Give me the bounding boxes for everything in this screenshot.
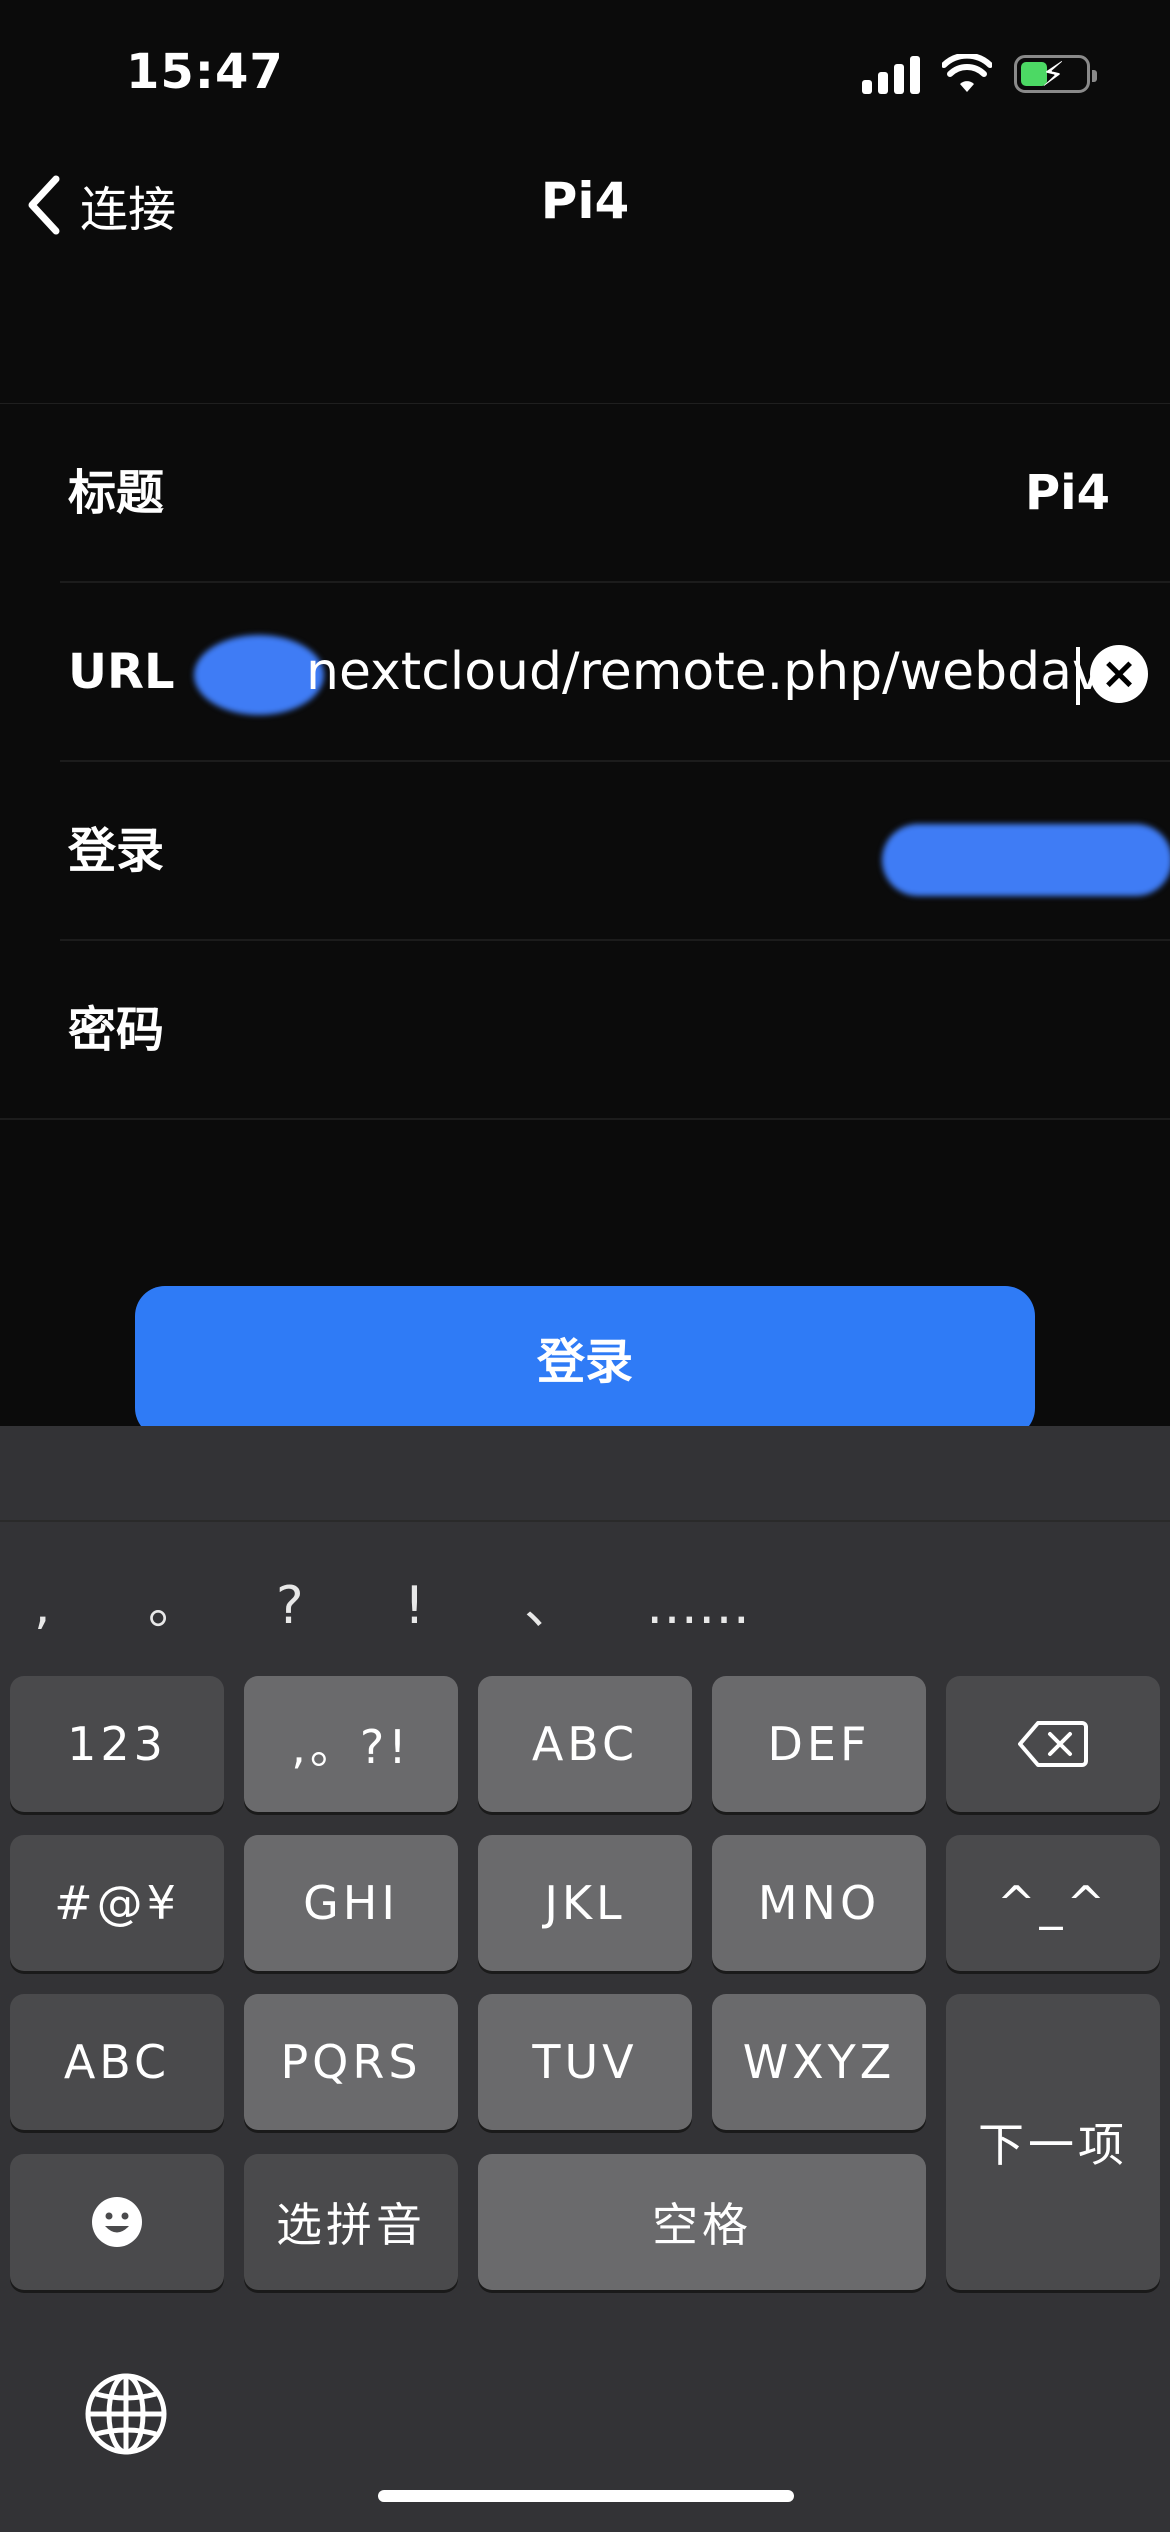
candidate-bar [0,1426,1170,1522]
wifi-icon [942,54,992,92]
punct-period[interactable]: 。 [148,1556,200,1656]
key-emoji[interactable] [10,2154,224,2290]
password-label: 密码 [68,1002,165,1058]
status-icons: ⚡ [862,54,1097,94]
url-label: URL [68,644,175,700]
redaction-mark [194,635,324,715]
key-select-pinyin[interactable]: 选拼音 [244,2154,458,2290]
key-abc[interactable]: ABC [478,1676,692,1812]
page-title: Pi4 [540,172,630,230]
key-def[interactable]: DEF [712,1676,926,1812]
key-wxyz[interactable]: WXYZ [712,1994,926,2130]
screen: 15:47 ⚡ 连接 Pi4 标题 Pi4 URL nextcloud/remo… [0,0,1170,2532]
globe-icon[interactable] [84,2372,168,2456]
key-jkl[interactable]: JKL [478,1835,692,1971]
login-button[interactable]: 登录 [135,1286,1035,1438]
key-tuv[interactable]: TUV [478,1994,692,2130]
key-space[interactable]: 空格 [478,2154,926,2290]
keyboard: , 。 ? ! 、 …… [0,1426,1170,2532]
redaction-mark [882,824,1170,896]
battery-charging-icon: ⚡ [1014,55,1097,94]
key-mno[interactable]: MNO [712,1835,926,1971]
emoji-icon [92,2197,142,2247]
punct-comma[interactable]: , [34,1556,51,1656]
url-row[interactable]: URL nextcloud/remote.php/webdav × [60,583,1170,762]
clear-text-button[interactable]: × [1090,645,1148,703]
key-123[interactable]: 123 [10,1676,224,1812]
punct-enumeration-comma[interactable]: 、 [524,1556,576,1656]
title-row[interactable]: 标题 Pi4 [60,404,1170,583]
punct-ellipsis[interactable]: …… [646,1556,750,1656]
title-field[interactable]: Pi4 [1025,404,1110,583]
title-label: 标题 [68,465,165,521]
backspace-icon [1018,1721,1088,1767]
password-row[interactable]: 密码 [0,941,1170,1120]
key-pqrs[interactable]: PQRS [244,1994,458,2130]
key-abc-switch[interactable]: ABC [10,1994,224,2130]
login-label: 登录 [68,823,165,879]
punct-exclamation[interactable]: ! [404,1556,425,1656]
key-symbols[interactable]: #@¥ [10,1835,224,1971]
text-cursor [1076,647,1080,705]
key-punctuation[interactable]: ,。?! [244,1676,458,1812]
key-backspace[interactable] [946,1676,1160,1812]
key-kaomoji[interactable]: ^_^ [946,1835,1160,1971]
home-indicator[interactable] [378,2490,794,2502]
punctuation-row: , 。 ? ! 、 …… [0,1556,1170,1656]
key-next[interactable]: 下一项 [946,1994,1160,2290]
cellular-signal-icon [862,54,920,94]
punct-question[interactable]: ? [276,1556,304,1656]
connection-form: 标题 Pi4 URL nextcloud/remote.php/webdav ×… [0,403,1170,1120]
url-field[interactable]: nextcloud/remote.php/webdav [306,583,1103,762]
status-time: 15:47 [126,44,284,100]
key-ghi[interactable]: GHI [244,1835,458,1971]
login-row[interactable]: 登录 [60,762,1170,941]
